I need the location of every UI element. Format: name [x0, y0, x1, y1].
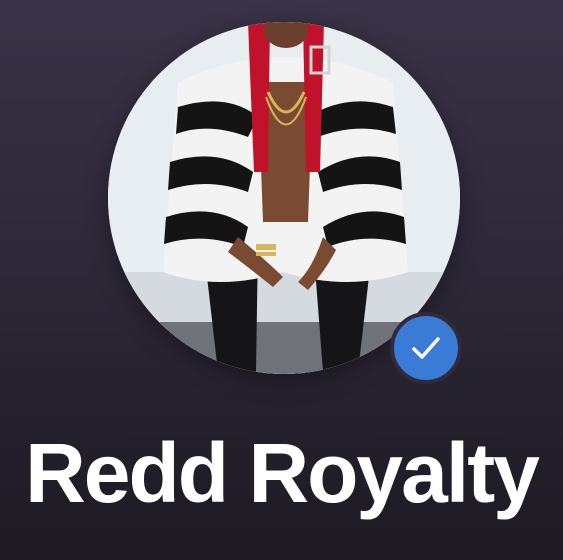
- verified-badge: [390, 312, 462, 384]
- verified-check-icon: [412, 337, 440, 359]
- artist-profile-header: Redd Royalty: [0, 0, 563, 560]
- artist-name: Redd Royalty: [25, 426, 540, 520]
